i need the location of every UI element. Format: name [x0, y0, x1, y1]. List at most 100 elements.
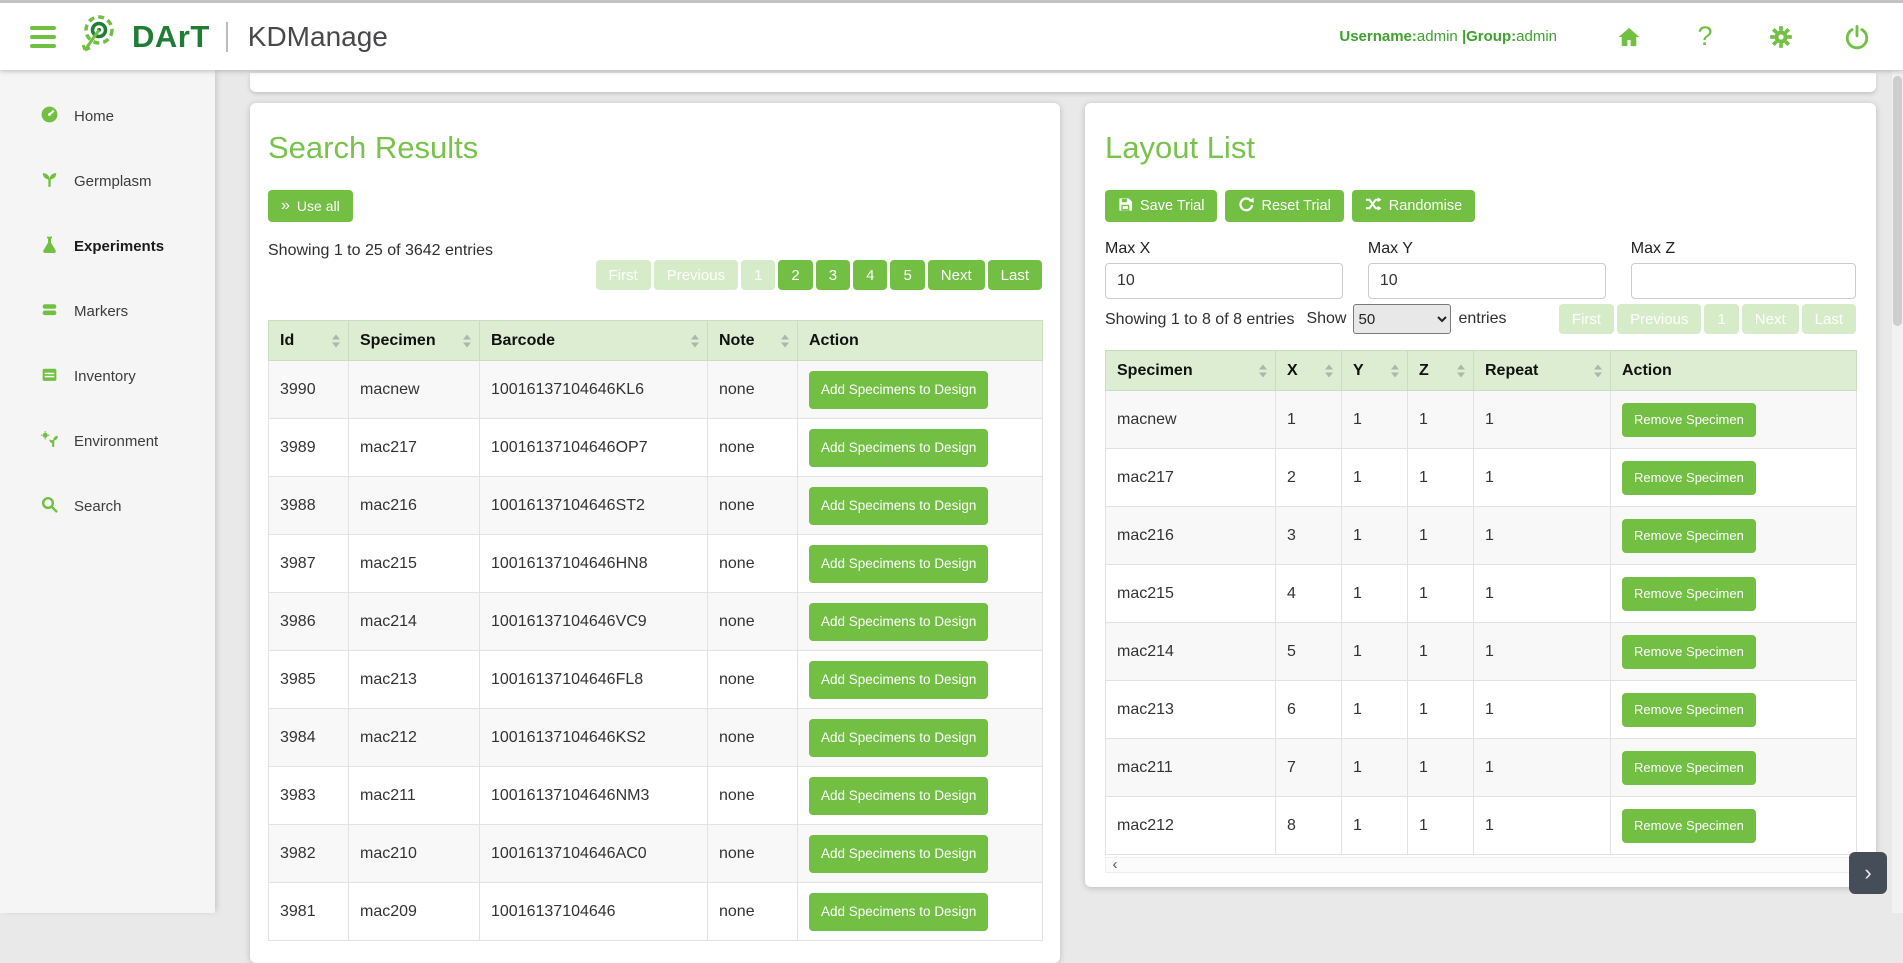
sidebar-item-germplasm[interactable]: Germplasm	[0, 149, 215, 214]
help-icon[interactable]: ?	[1691, 23, 1719, 51]
search-page-previous[interactable]: Previous	[654, 260, 738, 290]
remove-specimen-button[interactable]: Remove Specimen	[1622, 635, 1756, 669]
search-page-5[interactable]: 5	[890, 260, 924, 290]
add-specimens-button[interactable]: Add Specimens to Design	[809, 487, 988, 525]
brand-divider	[226, 22, 228, 52]
use-all-button[interactable]: » Use all	[268, 190, 353, 222]
search-column-barcode[interactable]: Barcode	[480, 321, 708, 361]
search-page-4[interactable]: 4	[853, 260, 887, 290]
layout-page-first[interactable]: First	[1559, 304, 1614, 334]
cell-id: 3987	[269, 535, 349, 593]
add-specimens-button[interactable]: Add Specimens to Design	[809, 893, 988, 931]
layout-column-specimen[interactable]: Specimen	[1106, 351, 1276, 391]
layout-page-previous[interactable]: Previous	[1617, 304, 1701, 334]
cell-action: Add Specimens to Design	[798, 709, 1043, 767]
max-z-input[interactable]	[1631, 263, 1856, 299]
cell-x: 3	[1276, 507, 1342, 565]
cell-barcode: 10016137104646HN8	[480, 535, 708, 593]
search-page-last[interactable]: Last	[988, 260, 1042, 290]
cell-barcode: 10016137104646KL6	[480, 361, 708, 419]
layout-column-repeat[interactable]: Repeat	[1474, 351, 1611, 391]
search-column-note[interactable]: Note	[708, 321, 798, 361]
remove-specimen-button[interactable]: Remove Specimen	[1622, 403, 1756, 437]
layout-column-z[interactable]: Z	[1408, 351, 1474, 391]
search-page-1[interactable]: 1	[741, 260, 775, 290]
cell-x: 5	[1276, 623, 1342, 681]
add-specimens-button[interactable]: Add Specimens to Design	[809, 429, 988, 467]
sidebar-item-markers[interactable]: Markers	[0, 279, 215, 344]
remove-specimen-button[interactable]: Remove Specimen	[1622, 693, 1756, 727]
sidebar-item-search[interactable]: Search	[0, 474, 215, 539]
add-specimens-button[interactable]: Add Specimens to Design	[809, 719, 988, 757]
horizontal-scrollbar[interactable]: ‹	[1105, 857, 1856, 873]
add-specimens-button[interactable]: Add Specimens to Design	[809, 777, 988, 815]
entries-label: entries	[1458, 310, 1506, 328]
remove-specimen-button[interactable]: Remove Specimen	[1622, 577, 1756, 611]
randomise-button[interactable]: Randomise	[1352, 190, 1475, 222]
remove-specimen-button[interactable]: Remove Specimen	[1622, 519, 1756, 553]
power-icon[interactable]	[1843, 23, 1871, 51]
cell-z: 1	[1408, 797, 1474, 855]
search-column-specimen[interactable]: Specimen	[349, 321, 480, 361]
sidebar-item-experiments[interactable]: Experiments	[0, 214, 215, 279]
search-page-next[interactable]: Next	[928, 260, 985, 290]
add-specimens-button[interactable]: Add Specimens to Design	[809, 603, 988, 641]
remove-specimen-button[interactable]: Remove Specimen	[1622, 751, 1756, 785]
page-size-select[interactable]: 50	[1353, 304, 1451, 334]
max-y-input[interactable]	[1368, 263, 1606, 299]
table-row: 3987mac21510016137104646HN8noneAdd Speci…	[269, 535, 1043, 593]
menu-icon[interactable]	[28, 22, 58, 52]
search-column-id[interactable]: Id	[269, 321, 349, 361]
table-row: mac2145111Remove Specimen	[1106, 623, 1857, 681]
save-trial-button[interactable]: Save Trial	[1105, 190, 1217, 222]
sidebar-item-environment[interactable]: Environment	[0, 409, 215, 474]
chevron-left-icon[interactable]: ‹	[1106, 858, 1124, 872]
home-icon[interactable]	[1615, 23, 1643, 51]
layout-toolbar: Save Trial Reset Trial Randomise	[1105, 190, 1856, 222]
cell-id: 3988	[269, 477, 349, 535]
add-specimens-button[interactable]: Add Specimens to Design	[809, 545, 988, 583]
sidebar-item-label: Home	[74, 108, 114, 125]
search-page-3[interactable]: 3	[816, 260, 850, 290]
search-page-2[interactable]: 2	[778, 260, 812, 290]
add-specimens-button[interactable]: Add Specimens to Design	[809, 835, 988, 873]
cell-action: Remove Specimen	[1611, 797, 1857, 855]
gear-icon[interactable]	[1767, 23, 1795, 51]
cell-action: Add Specimens to Design	[798, 825, 1043, 883]
scrollbar-thumb[interactable]	[1893, 76, 1902, 326]
page-title: Layout List	[1105, 128, 1856, 168]
sort-icon	[1325, 364, 1333, 377]
search-page-first[interactable]: First	[596, 260, 651, 290]
cell-specimen: mac212	[1106, 797, 1276, 855]
remove-specimen-button[interactable]: Remove Specimen	[1622, 461, 1756, 495]
cell-repeat: 1	[1474, 623, 1611, 681]
layout-page-last[interactable]: Last	[1802, 304, 1856, 334]
layout-page-1[interactable]: 1	[1704, 304, 1738, 334]
cell-id: 3986	[269, 593, 349, 651]
cell-action: Add Specimens to Design	[798, 767, 1043, 825]
layout-page-next[interactable]: Next	[1742, 304, 1799, 334]
cell-specimen: mac213	[1106, 681, 1276, 739]
cell-barcode: 10016137104646FL8	[480, 651, 708, 709]
column-label: Specimen	[1117, 362, 1193, 379]
max-fields: Max X Max Y Max Z	[1105, 240, 1856, 299]
layout-column-y[interactable]: Y	[1342, 351, 1408, 391]
reset-trial-button[interactable]: Reset Trial	[1225, 190, 1343, 222]
cell-y: 1	[1342, 681, 1408, 739]
brand-dart: DArT	[132, 19, 210, 55]
max-x-input[interactable]	[1105, 263, 1343, 299]
layout-column-x[interactable]: X	[1276, 351, 1342, 391]
scroll-right-button[interactable]: ›	[1849, 852, 1887, 894]
seedling-icon	[40, 170, 59, 194]
cell-action: Add Specimens to Design	[798, 535, 1043, 593]
cell-specimen: mac217	[1106, 449, 1276, 507]
username-value: admin	[1417, 28, 1458, 45]
cell-y: 1	[1342, 507, 1408, 565]
sidebar-item-inventory[interactable]: Inventory	[0, 344, 215, 409]
add-specimens-button[interactable]: Add Specimens to Design	[809, 661, 988, 699]
page-scrollbar[interactable]	[1892, 70, 1903, 913]
column-label: Specimen	[360, 332, 436, 349]
remove-specimen-button[interactable]: Remove Specimen	[1622, 809, 1756, 843]
add-specimens-button[interactable]: Add Specimens to Design	[809, 371, 988, 409]
sidebar-item-home[interactable]: Home	[0, 84, 215, 149]
